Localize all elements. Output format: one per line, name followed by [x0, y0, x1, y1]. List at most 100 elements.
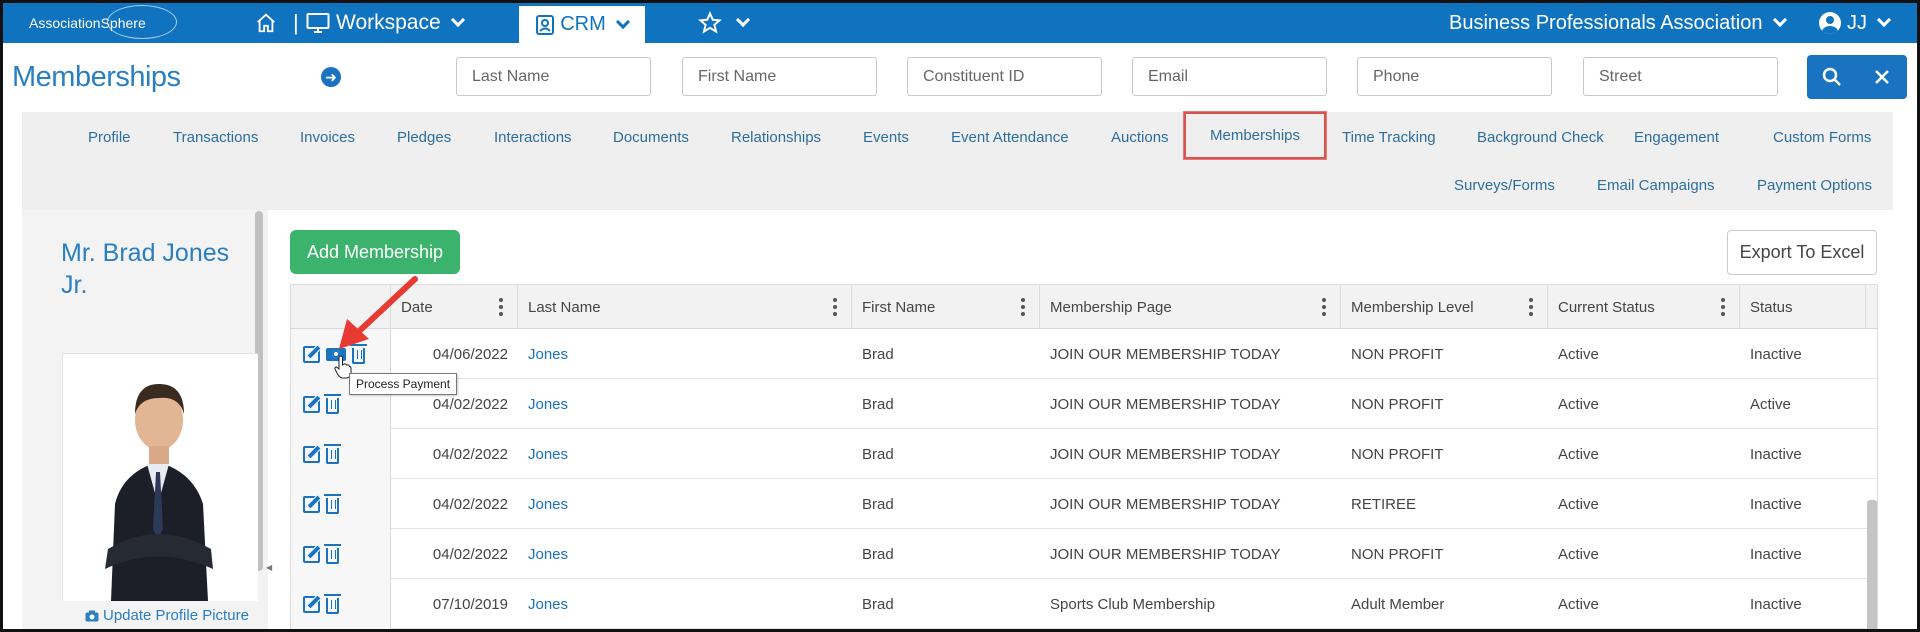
cell-last-name-link[interactable]: Jones	[518, 429, 852, 479]
organization-name: Business Professionals Association	[1449, 11, 1763, 34]
tab-memberships[interactable]: Memberships	[1184, 112, 1327, 159]
close-icon	[1875, 70, 1889, 84]
annotation-arrow-icon	[339, 276, 418, 349]
scroll-left-arrow-icon[interactable]: ◀	[266, 563, 272, 572]
column-menu-icon[interactable]	[499, 298, 503, 316]
row-actions	[291, 429, 391, 479]
tab-profile[interactable]: Profile	[88, 129, 131, 146]
back-arrow-icon[interactable]: ➜	[321, 67, 341, 87]
tab-payment-options[interactable]: Payment Options	[1757, 177, 1872, 194]
app-logo[interactable]: AssociationSphere	[29, 5, 177, 39]
table-scrollbar[interactable]	[1867, 500, 1877, 629]
email-search-input[interactable]	[1132, 57, 1327, 96]
delete-icon[interactable]	[324, 543, 341, 564]
cell-last-name-link[interactable]: Jones	[518, 329, 852, 379]
profile-photo-image	[63, 354, 258, 601]
contact-card-icon	[536, 14, 555, 35]
cell-first-name: Brad	[862, 595, 894, 613]
street-search-input[interactable]	[1583, 57, 1778, 96]
tab-custom-forms[interactable]: Custom Forms	[1773, 129, 1871, 146]
delete-icon[interactable]	[324, 493, 341, 514]
column-header-membership-page[interactable]: Membership Page	[1040, 285, 1341, 329]
column-menu-icon[interactable]	[1529, 298, 1533, 316]
organization-menu[interactable]: Business Professionals Association	[1449, 3, 1787, 43]
chevron-down-icon	[615, 14, 630, 29]
search-controls	[1807, 55, 1907, 99]
tab-events[interactable]: Events	[863, 129, 909, 146]
column-header-membership-level[interactable]: Membership Level	[1341, 285, 1548, 329]
chevron-down-icon	[450, 12, 465, 28]
cell-last-name-link[interactable]: Jones	[518, 379, 852, 429]
first-name-search-input[interactable]	[682, 57, 877, 96]
edit-icon[interactable]	[303, 495, 320, 513]
cell-membership-level: NON PROFIT	[1351, 445, 1444, 463]
export-to-excel-button[interactable]: Export To Excel	[1727, 230, 1877, 275]
edit-icon[interactable]	[303, 445, 320, 463]
cell-last-name-link[interactable]: Jones	[518, 529, 852, 579]
cell-first-name: Brad	[862, 395, 894, 413]
column-header-status[interactable]: Status	[1740, 285, 1866, 329]
tab-pledges[interactable]: Pledges	[397, 129, 451, 146]
edit-icon[interactable]	[303, 395, 320, 413]
last-name-search-input[interactable]	[456, 57, 651, 96]
crm-menu[interactable]: CRM	[519, 6, 645, 43]
phone-search-input[interactable]	[1357, 57, 1552, 96]
clear-search-button[interactable]	[1857, 55, 1907, 99]
cell-first-name: Brad	[862, 495, 894, 513]
tab-surveys-forms[interactable]: Surveys/Forms	[1454, 177, 1555, 194]
add-membership-button[interactable]: Add Membership	[290, 230, 460, 274]
update-profile-picture-label: Update Profile Picture	[103, 607, 249, 624]
tab-transactions[interactable]: Transactions	[173, 129, 258, 146]
tab-documents[interactable]: Documents	[613, 129, 689, 146]
tab-interactions[interactable]: Interactions	[494, 129, 572, 146]
cell-date: 04/02/2022	[432, 545, 508, 563]
cell-first-name: Brad	[862, 345, 894, 363]
search-button[interactable]	[1807, 55, 1857, 99]
column-header-label: Membership Page	[1050, 298, 1172, 316]
column-menu-icon[interactable]	[1721, 298, 1725, 316]
memberships-table: Date Last Name First Name Membership Pag…	[290, 284, 1878, 629]
edit-icon[interactable]	[303, 345, 320, 363]
cell-membership-level: NON PROFIT	[1351, 545, 1444, 563]
user-menu[interactable]: JJ	[1819, 3, 1892, 43]
table-row: 04/02/2022 Jones Brad JOIN OUR MEMBERSHI…	[291, 529, 1877, 579]
delete-icon[interactable]	[324, 393, 341, 414]
table-row: 04/02/2022 Jones Brad JOIN OUR MEMBERSHI…	[291, 379, 1877, 429]
edit-icon[interactable]	[303, 545, 320, 563]
cell-last-name-link[interactable]: Jones	[518, 479, 852, 529]
workspace-menu[interactable]: Workspace	[306, 3, 465, 43]
tab-email-campaigns[interactable]: Email Campaigns	[1597, 177, 1715, 194]
cell-membership-level: NON PROFIT	[1351, 395, 1444, 413]
update-profile-picture-link[interactable]: Update Profile Picture	[85, 607, 249, 624]
column-header-current-status[interactable]: Current Status	[1548, 285, 1740, 329]
column-menu-icon[interactable]	[1322, 298, 1326, 316]
cell-membership-page: JOIN OUR MEMBERSHIP TODAY	[1050, 445, 1281, 463]
table-row: 04/02/2022 Jones Brad JOIN OUR MEMBERSHI…	[291, 479, 1877, 529]
tab-engagement[interactable]: Engagement	[1634, 129, 1719, 146]
delete-icon[interactable]	[324, 593, 341, 614]
favorites-menu[interactable]	[698, 3, 751, 43]
column-header-last-name[interactable]: Last Name	[518, 285, 852, 329]
edit-icon[interactable]	[303, 595, 320, 613]
tab-background-check[interactable]: Background Check	[1477, 129, 1604, 146]
home-icon[interactable]	[255, 3, 277, 43]
tab-event-attendance[interactable]: Event Attendance	[951, 129, 1069, 146]
column-menu-icon[interactable]	[833, 298, 837, 316]
constituent-id-search-input[interactable]	[907, 57, 1102, 96]
column-header-first-name[interactable]: First Name	[852, 285, 1040, 329]
tab-relationships[interactable]: Relationships	[731, 129, 821, 146]
profile-photo	[62, 353, 258, 601]
cell-status: Inactive	[1750, 545, 1802, 563]
workspace-label: Workspace	[336, 11, 441, 34]
process-payment-tooltip: Process Payment	[349, 373, 458, 395]
tab-invoices[interactable]: Invoices	[300, 129, 355, 146]
delete-icon[interactable]	[324, 443, 341, 464]
cell-last-name-link[interactable]: Jones	[518, 579, 852, 629]
tab-time-tracking[interactable]: Time Tracking	[1342, 129, 1436, 146]
column-header-label: Last Name	[528, 298, 601, 316]
camera-icon	[85, 610, 99, 621]
column-menu-icon[interactable]	[1021, 298, 1025, 316]
tab-auctions[interactable]: Auctions	[1111, 129, 1169, 146]
table-row: 04/02/2022 Jones Brad JOIN OUR MEMBERSHI…	[291, 429, 1877, 479]
cell-membership-page: JOIN OUR MEMBERSHIP TODAY	[1050, 345, 1281, 363]
